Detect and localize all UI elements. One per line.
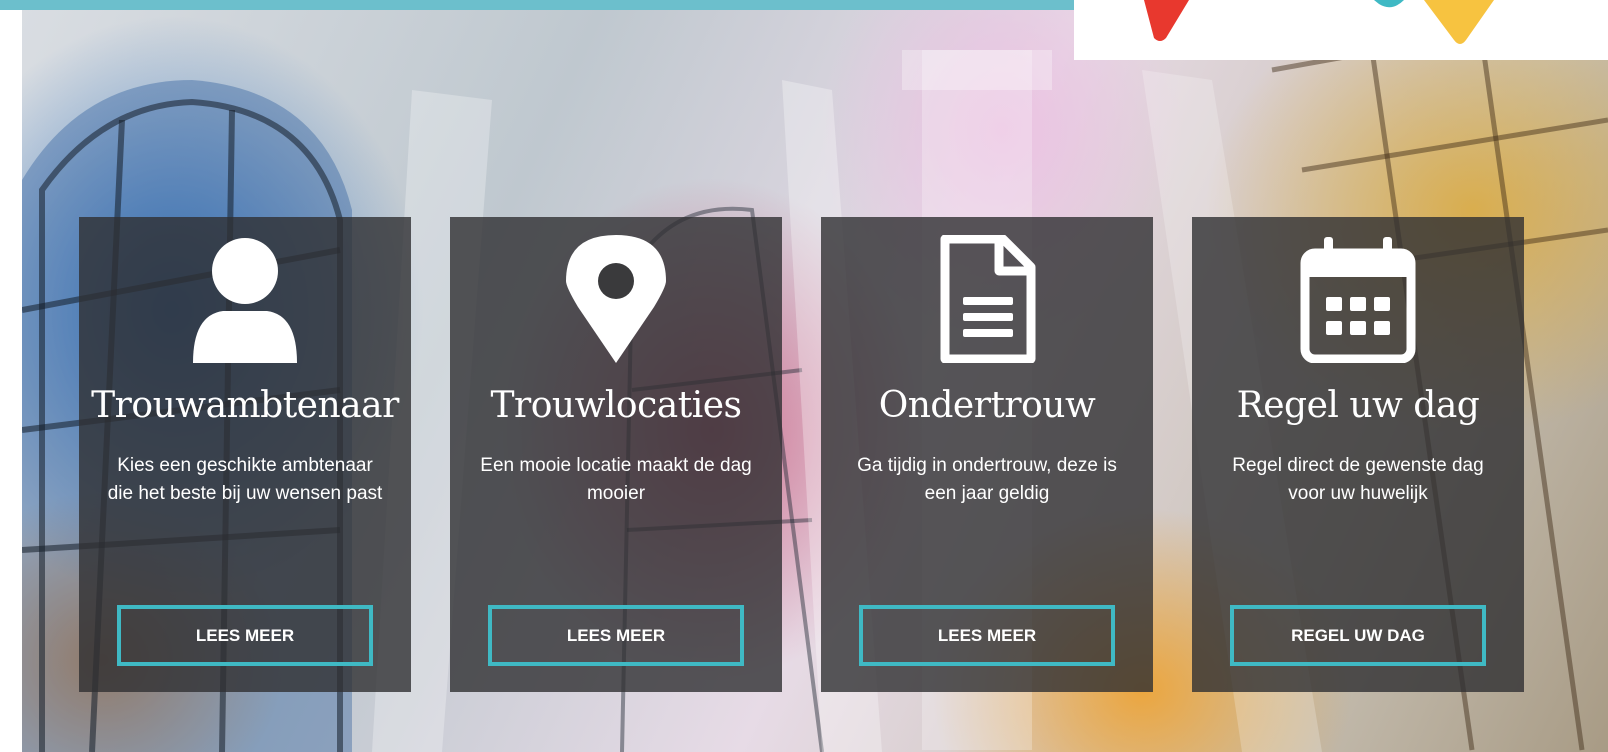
card-title: Regel uw dag [1236,385,1480,426]
map-pin-icon [450,235,782,363]
document-icon [821,235,1153,363]
site-logo[interactable] [1074,0,1608,60]
lees-meer-button[interactable]: LEES MEER [859,605,1115,666]
card-trouwambtenaar: Trouwambtenaar Kies een geschikte ambten… [79,217,411,692]
calendar-icon [1192,235,1524,363]
card-trouwlocaties: Trouwlocaties Een mooie locatie maakt de… [450,217,782,692]
card-description: Kies een geschikte ambtenaar die het bes… [107,455,383,504]
card-description: Een mooie locatie maakt de dag mooier [480,455,752,504]
card-title: Trouwambtenaar [91,385,399,426]
top-accent-bar [0,0,1110,10]
card-regel-uw-dag: Regel uw dag Regel direct de gewenste da… [1192,217,1524,692]
person-icon [79,235,411,363]
lees-meer-button[interactable]: LEES MEER [488,605,744,666]
lees-meer-button[interactable]: LEES MEER [117,605,373,666]
logo-shapes-icon [1144,0,1494,44]
regel-uw-dag-button[interactable]: REGEL UW DAG [1230,605,1486,666]
card-title: Ondertrouw [878,385,1096,426]
card-description: Regel direct de gewenste dag voor uw huw… [1232,455,1484,504]
card-description: Ga tijdig in ondertrouw, deze is een jaa… [857,455,1117,504]
card-title: Trouwlocaties [490,385,742,426]
card-ondertrouw: Ondertrouw Ga tijdig in ondertrouw, deze… [821,217,1153,692]
